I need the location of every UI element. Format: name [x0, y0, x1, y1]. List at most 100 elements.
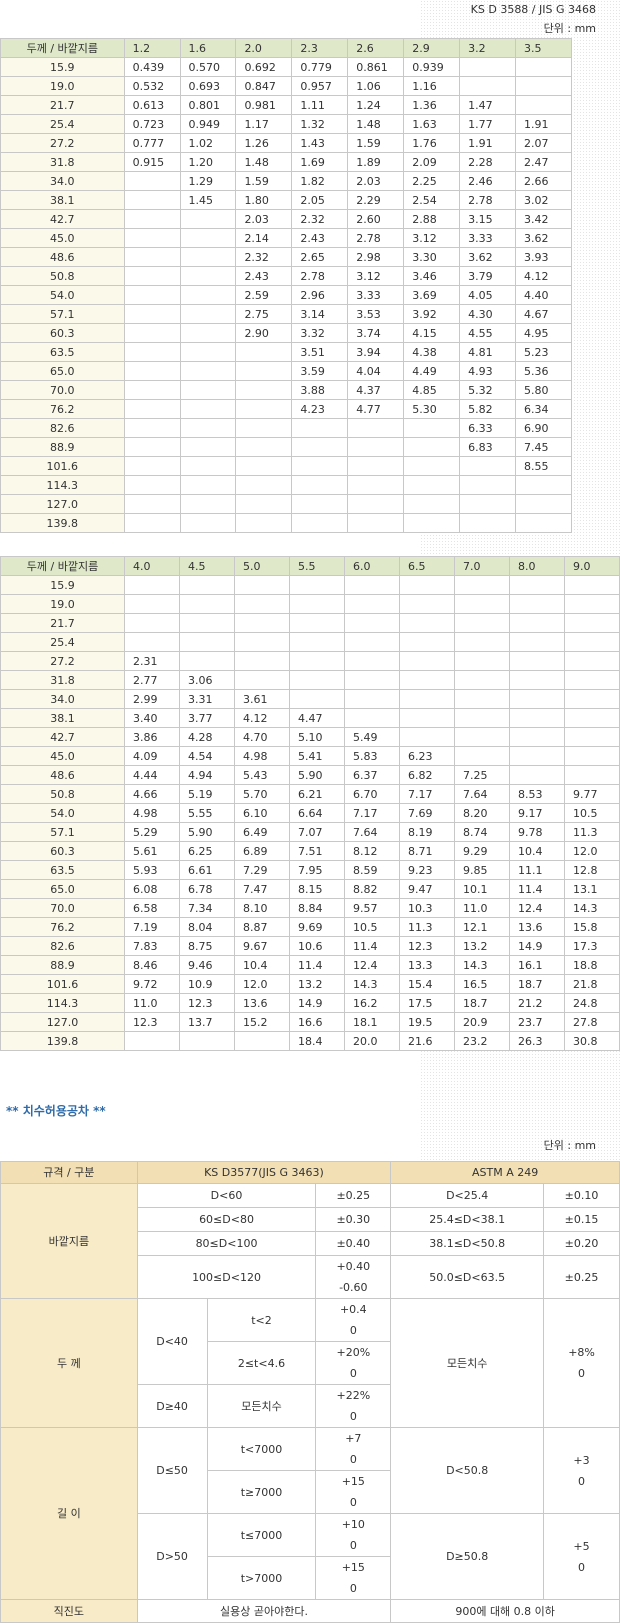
weight-cell: 9.85: [454, 860, 510, 880]
table-row: 21.7: [0, 613, 620, 633]
od-astm-range: 38.1≤D<50.8: [390, 1231, 545, 1256]
table-row: 88.9 6.83 7.45: [0, 437, 572, 457]
weight-cell: [564, 632, 620, 652]
weight-cell: 18.1: [344, 1012, 400, 1032]
weight-cell: [289, 670, 345, 690]
weight-cell: [123, 475, 181, 495]
weight-cell: 5.83: [344, 746, 400, 766]
weight-cell: [235, 418, 293, 438]
od-ks-range: 100≤D<120: [136, 1255, 317, 1299]
len-tol-top: +10: [341, 1518, 365, 1531]
weight-cell: [179, 613, 235, 633]
weight-cell: [509, 727, 565, 747]
thk-astm-tol: +8% 0: [543, 1298, 620, 1428]
od-astm-range: 50.0≤D<63.5: [390, 1255, 545, 1299]
weight-cell: 3.59: [291, 361, 349, 381]
weight-cell: [179, 494, 237, 514]
table-row: 25.4: [0, 632, 620, 652]
weight-cell: 2.28: [459, 152, 517, 172]
outer-diameter-cell: 45.0: [0, 228, 125, 248]
weight-cell: 12.3: [179, 993, 235, 1013]
weight-cell: 3.15: [459, 209, 517, 229]
unit-label: 단위 : mm: [543, 22, 596, 35]
weight-cell: 1.20: [179, 152, 237, 172]
weight-cell: [179, 475, 237, 495]
weight-cell: [515, 57, 572, 77]
weight-cell: 5.55: [179, 803, 235, 823]
weight-cell: [123, 342, 181, 362]
weight-cell: [403, 475, 461, 495]
weight-cell: 4.12: [234, 708, 290, 728]
ks-header: KS D3577(JIS G 3463): [136, 1161, 392, 1184]
table-row: 19.0 0.532 0.693 0.847 0.957 1.06 1.16: [0, 76, 572, 96]
weight-cell: 1.32: [291, 114, 349, 134]
weight-cell: [564, 746, 620, 766]
weight-cell: 5.23: [515, 342, 572, 362]
thickness-header: 5.0: [234, 556, 290, 576]
weight-cell: 9.69: [289, 917, 345, 937]
weight-cell: 6.49: [234, 822, 290, 842]
weight-cell: [399, 594, 455, 614]
thickness-header: 2.0: [235, 38, 293, 58]
weight-cell: [344, 708, 400, 728]
weight-cell: [123, 285, 181, 305]
outer-diameter-cell: 34.0: [0, 689, 125, 709]
weight-cell: 6.58: [124, 898, 180, 918]
outer-diameter-cell: 21.7: [0, 95, 125, 115]
weight-cell: [123, 380, 181, 400]
weight-cell: 9.29: [454, 841, 510, 861]
weight-cell: [454, 594, 510, 614]
weight-cell: [234, 613, 290, 633]
weight-cell: [344, 594, 400, 614]
weight-cell: 12.3: [399, 936, 455, 956]
outer-diameter-cell: 57.1: [0, 822, 125, 842]
weight-cell: 7.51: [289, 841, 345, 861]
table-row: 27.2 2.31: [0, 651, 620, 671]
weight-cell: [179, 228, 237, 248]
outer-diameter-label: 바깥지름: [0, 1183, 138, 1299]
weight-cell: [509, 651, 565, 671]
weight-cell: 2.65: [291, 247, 349, 267]
len-astm-small: D<50.8: [390, 1427, 545, 1514]
len-cond: t≤7000: [206, 1513, 317, 1557]
length-label: 길 이: [0, 1427, 138, 1600]
weight-cell: 16.2: [344, 993, 400, 1013]
weight-cell: 2.96: [291, 285, 349, 305]
table-row: 101.6 9.72 10.9 12.0 13.2 14.3 15.4 16.5 18.7 21.…: [0, 974, 620, 994]
weight-cell: 4.40: [515, 285, 572, 305]
weight-cell: [564, 670, 620, 690]
table-row: 38.1 3.40 3.77 4.12 4.47: [0, 708, 620, 728]
table-row: 45.0 2.14 2.43 2.78 3.12 3.33 3.62: [0, 228, 572, 248]
weight-cell: 5.19: [179, 784, 235, 804]
weight-cell: 2.05: [291, 190, 349, 210]
weight-cell: [403, 456, 461, 476]
weight-cell: 2.43: [291, 228, 349, 248]
weight-cell: 7.19: [124, 917, 180, 937]
weight-cell: 1.63: [403, 114, 461, 134]
weight-cell: [289, 575, 345, 595]
weight-cell: [179, 594, 235, 614]
thickness-header: 2.3: [291, 38, 349, 58]
table-row: 45.0 4.09 4.54 4.98 5.41 5.83 6.23: [0, 746, 620, 766]
weight-cell: 3.86: [124, 727, 180, 747]
table-row: 127.0 12.3 13.7 15.2 16.6 18.1 19.5 20.9 23.7 27.…: [0, 1012, 620, 1032]
weight-cell: [179, 575, 235, 595]
weight-cell: [509, 613, 565, 633]
thickness-header: 7.0: [454, 556, 510, 576]
weight-cell: [347, 513, 405, 533]
weight-cell: [179, 456, 237, 476]
len-astm-small-tol: +3 0: [543, 1427, 620, 1514]
thickness-header: 1.6: [179, 38, 237, 58]
weight-cell: [123, 209, 181, 229]
weight-cell: 3.62: [459, 247, 517, 267]
weight-cell: 3.33: [459, 228, 517, 248]
outer-diameter-cell: 127.0: [0, 1012, 125, 1032]
weight-cell: [454, 613, 510, 633]
weight-cell: 4.12: [515, 266, 572, 286]
weight-cell: 17.3: [564, 936, 620, 956]
weight-cell: 8.75: [179, 936, 235, 956]
outer-diameter-cell: 48.6: [0, 765, 125, 785]
weight-cell: 2.90: [235, 323, 293, 343]
weight-cell: [123, 437, 181, 457]
weight-cell: 2.32: [235, 247, 293, 267]
